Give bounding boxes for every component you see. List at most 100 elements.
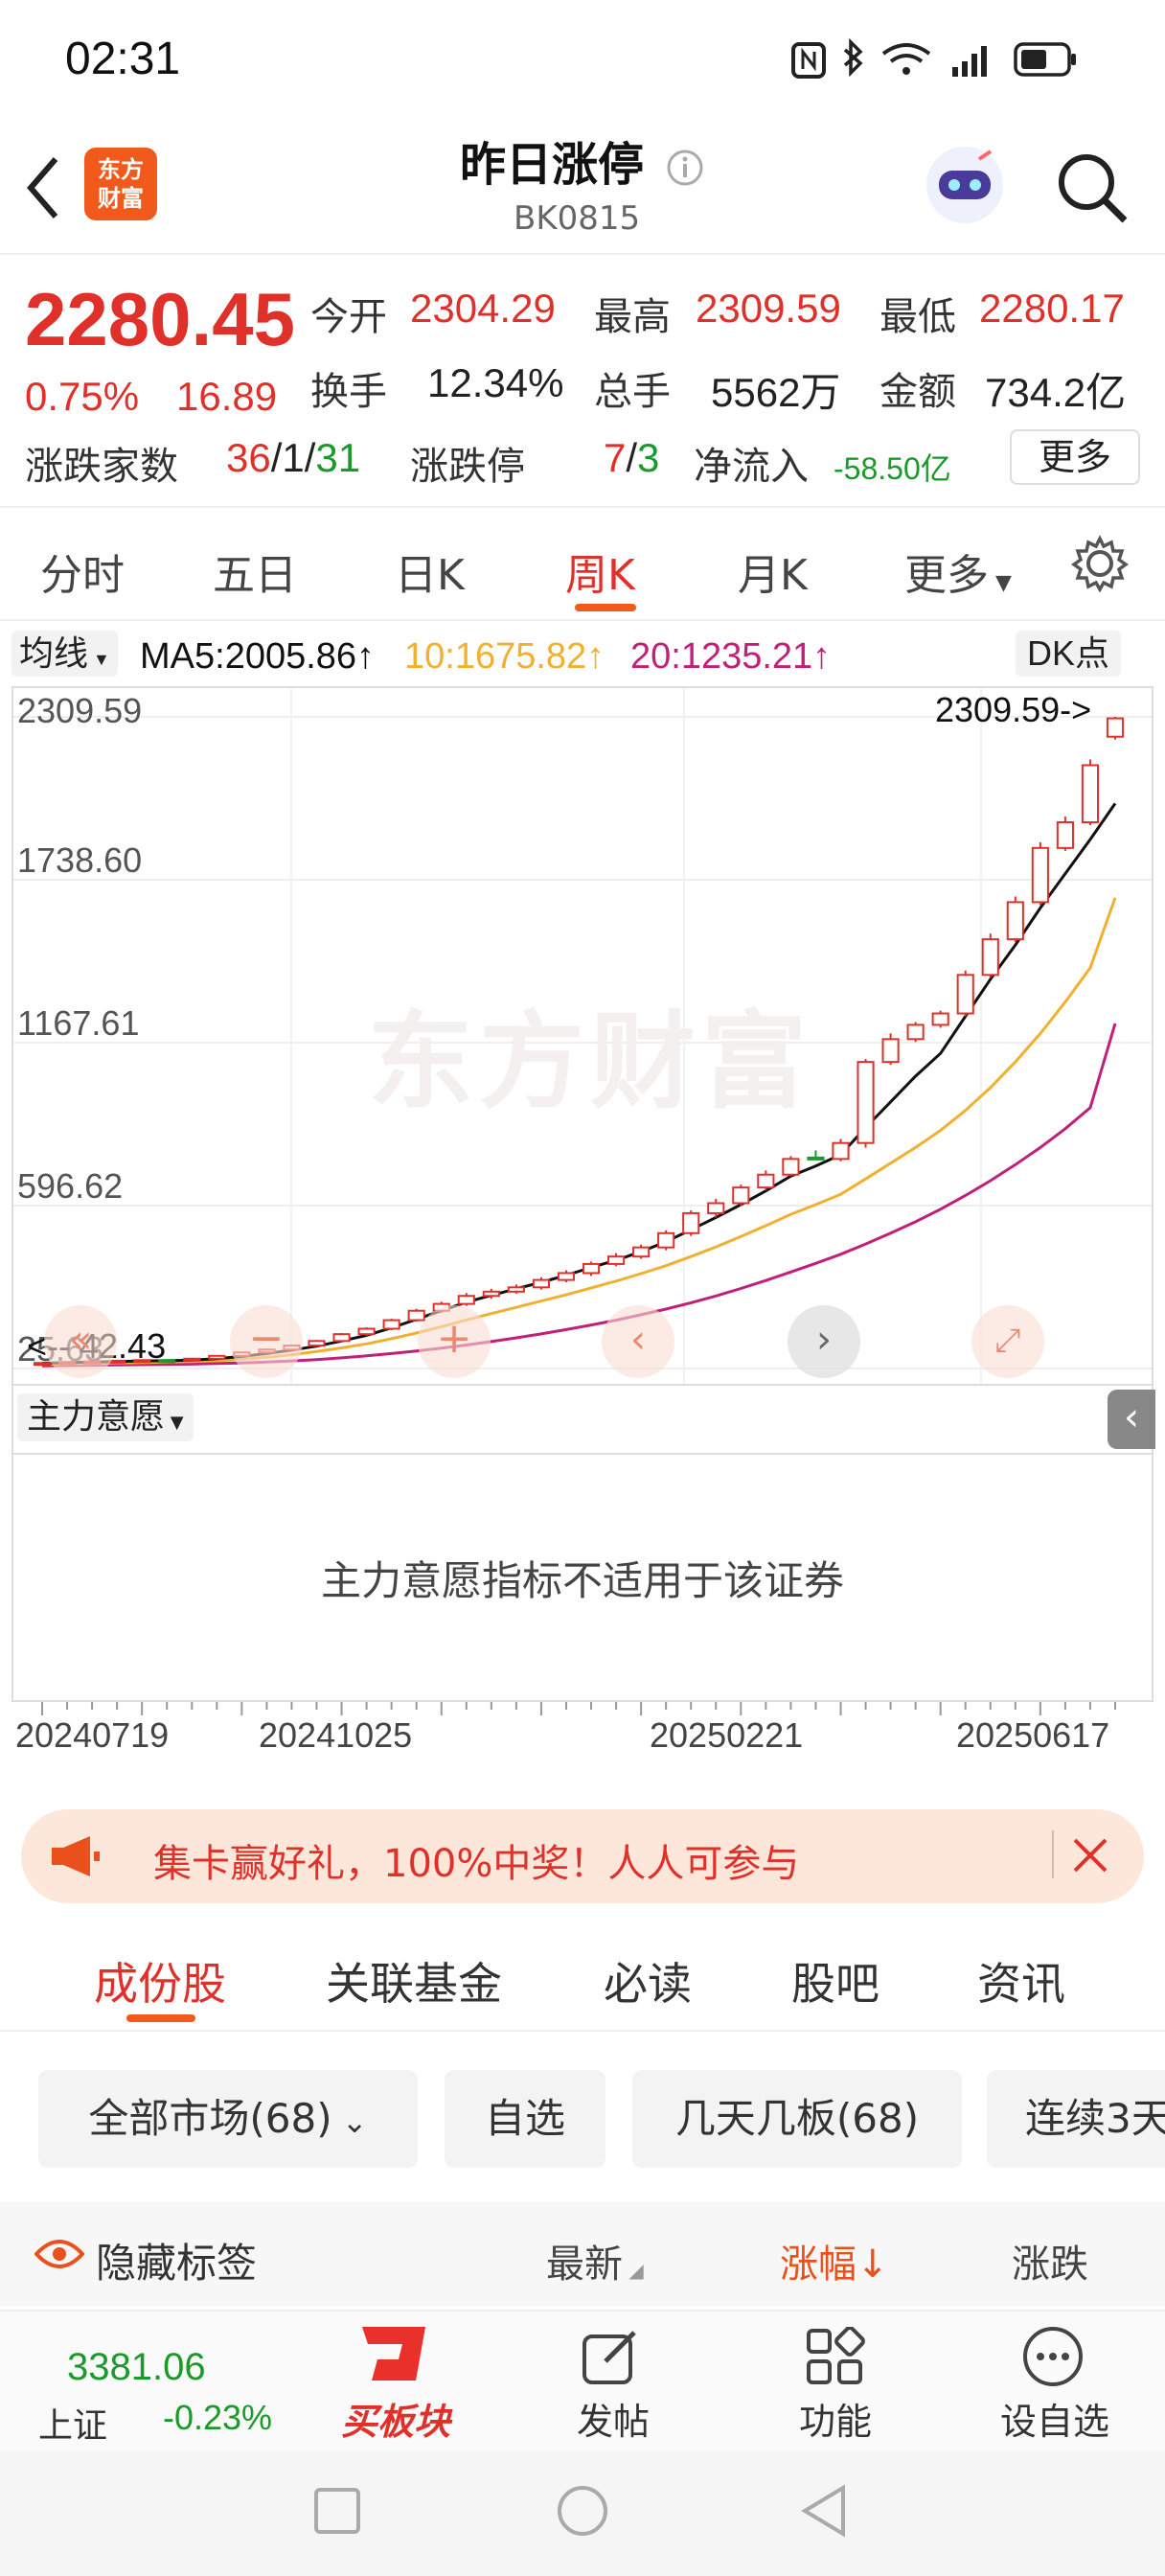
change-value: 16.89 [176, 374, 278, 419]
home-icon[interactable] [556, 2484, 609, 2538]
volume-value: 5562万 [711, 370, 841, 415]
status-time: 02:31 [65, 34, 181, 84]
kline-chart[interactable]: 2309.591738.601167.61596.6225.63 东方财富 23… [11, 686, 1154, 1386]
volume-label: 总手 [594, 370, 671, 414]
back-nav-icon[interactable] [799, 2484, 849, 2538]
sort-down-icon: ↓ [857, 2242, 889, 2287]
tab-intraday[interactable]: 分时 [40, 540, 125, 602]
tab-related-funds[interactable]: 关联基金 [326, 1949, 502, 2012]
hide-tags-toggle[interactable]: 隐藏标签 [96, 2231, 257, 2289]
panel-message: 主力意愿指标不适用于该证券 [320, 1557, 844, 1604]
candle-body [457, 1295, 475, 1305]
candle-body [881, 1038, 900, 1064]
promo-banner[interactable]: 集卡赢好礼，100%中奖！人人可参与 [21, 1809, 1144, 1903]
caret-down-icon: ▼ [165, 1413, 184, 1433]
sort-icon: ◢ [623, 2259, 644, 2282]
search-icon[interactable] [1054, 150, 1131, 226]
high-value: 2309.59 [696, 286, 841, 331]
more-button[interactable]: 更多 [1010, 429, 1140, 485]
ma5-label: MA5:2005.86↑ [140, 636, 376, 677]
chip-consecutive[interactable]: 连续3天 [987, 2070, 1165, 2168]
breadth-label: 涨跌家数 [25, 445, 178, 489]
candle-body [183, 1357, 201, 1362]
candle-body [707, 1202, 725, 1214]
candle-body [507, 1286, 525, 1293]
candle-body [931, 1012, 949, 1026]
collapse-panel-button[interactable]: ‹ [1108, 1390, 1155, 1449]
y-tick-label: 596.62 [17, 1166, 123, 1206]
battery-icon [1014, 42, 1076, 77]
indicator-selector[interactable]: 均线 ▼ [11, 631, 118, 677]
candle-body [632, 1246, 651, 1258]
col-change[interactable]: 涨跌 [1012, 2233, 1088, 2288]
scroll-right-button[interactable]: › [788, 1305, 860, 1378]
info-icon[interactable] [666, 149, 704, 187]
tab-more[interactable]: 更多 ▼ [904, 540, 1012, 602]
amount-value: 734.2亿 [985, 370, 1127, 415]
recents-icon[interactable] [312, 2486, 362, 2536]
candle-body [532, 1278, 551, 1289]
high-label: 最高 [594, 295, 671, 339]
tab-weekly[interactable]: 周K [565, 540, 635, 602]
nav-post[interactable]: 发帖 [556, 2392, 671, 2445]
tab-five-day[interactable]: 五日 [213, 540, 297, 602]
compose-icon[interactable] [581, 2327, 644, 2386]
panel-divider [13, 1453, 1152, 1455]
rewind-button[interactable]: « [44, 1305, 117, 1378]
y-tick-label: 1738.60 [17, 840, 142, 880]
back-icon[interactable] [25, 155, 63, 222]
nav-functions[interactable]: 功能 [778, 2392, 893, 2445]
chip-watchlist[interactable]: 自选 [445, 2070, 605, 2168]
wifi-icon [881, 43, 931, 75]
candle-body [981, 938, 999, 977]
candle-body [557, 1272, 576, 1281]
tab-forum[interactable]: 股吧 [791, 1949, 879, 2012]
chip-all-markets[interactable]: 全部市场(68) ⌄ [38, 2070, 418, 2168]
list-header: 隐藏标签 最新 ◢ 涨幅↓ 涨跌 [0, 2202, 1165, 2306]
tab-must-read[interactable]: 必读 [604, 1949, 692, 2012]
col-change-pct[interactable]: 涨幅↓ [780, 2233, 889, 2288]
chart-period-tabs: 分时 五日 日K 周K 月K 更多 ▼ [0, 508, 1165, 621]
tab-monthly[interactable]: 月K [738, 540, 808, 602]
candle-body [582, 1262, 601, 1275]
limit-label: 涨跌停 [410, 445, 525, 489]
chip-limit-days[interactable]: 几天几板(68) [632, 2070, 962, 2168]
col-latest[interactable]: 最新 ◢ [546, 2233, 644, 2288]
bottom-nav: 3381.06 上证 -0.23% 买板块 发帖 功能 设自选 [0, 2310, 1165, 2451]
candle-body [1106, 717, 1125, 738]
netflow-value: -58.50亿 [834, 451, 951, 486]
breadth-values: 36/1/31 [226, 435, 361, 480]
zoom-out-button[interactable]: − [230, 1305, 303, 1378]
dk-point-button[interactable]: DK点 [1016, 631, 1122, 677]
tab-constituents[interactable]: 成份股 [94, 1949, 226, 2012]
indicator-dropdown[interactable]: 主力意愿 ▼ [17, 1393, 194, 1441]
candle-body [332, 1333, 351, 1343]
settings-gear-icon[interactable] [1071, 535, 1129, 592]
candle-body [906, 1024, 925, 1041]
eye-icon[interactable] [34, 2235, 84, 2273]
low-value: 2280.17 [979, 286, 1125, 331]
close-icon[interactable] [1071, 1836, 1109, 1874]
apps-grid-icon[interactable] [805, 2327, 866, 2386]
robot-assistant-icon[interactable] [922, 142, 1008, 228]
amount-label: 金额 [879, 370, 956, 414]
candle-body [682, 1211, 700, 1234]
nav-buy-sector[interactable]: 买板块 [333, 2392, 458, 2445]
chevron-down-icon: ⌄ [331, 2104, 368, 2140]
fullscreen-icon[interactable]: ⤢ [971, 1305, 1044, 1378]
more-dots-icon[interactable] [1021, 2325, 1085, 2388]
status-bar: 02:31 [0, 0, 1165, 115]
low-label: 最低 [879, 295, 956, 339]
buy-sector-icon[interactable] [349, 2321, 435, 2388]
tab-news[interactable]: 资讯 [977, 1949, 1065, 2012]
system-nav-bar [0, 2451, 1165, 2576]
zoom-in-button[interactable]: + [418, 1305, 491, 1378]
candle-body [857, 1061, 875, 1144]
tab-daily[interactable]: 日K [395, 540, 465, 602]
candle-body [807, 1156, 825, 1161]
scroll-left-button[interactable]: ‹ [602, 1305, 674, 1378]
main-force-panel: 主力意愿 ▼ ‹ 主力意愿指标不适用于该证券 [11, 1386, 1155, 1702]
nav-add-watchlist[interactable]: 设自选 [993, 2392, 1117, 2445]
date-tick-1: 20241025 [259, 1715, 413, 1755]
y-tick-label: 2309.59 [17, 691, 142, 730]
